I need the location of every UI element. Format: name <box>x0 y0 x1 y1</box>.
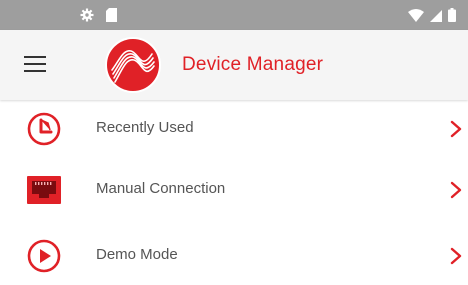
brand-wave-logo-icon <box>105 37 161 93</box>
menu-item-manual-connection[interactable]: Manual Connection <box>0 161 468 219</box>
menu-item-demo-mode[interactable]: Demo Mode <box>0 227 468 285</box>
play-icon <box>27 239 61 273</box>
hamburger-menu-icon[interactable] <box>24 54 50 74</box>
ethernet-port-icon <box>27 176 61 204</box>
gear-icon <box>80 8 94 22</box>
sd-card-icon <box>106 8 117 22</box>
status-icons-right <box>408 8 456 22</box>
chevron-right-icon <box>450 181 462 199</box>
wifi-icon <box>408 8 424 22</box>
menu-item-label: Manual Connection <box>96 180 226 197</box>
history-clock-icon <box>27 112 61 146</box>
status-bar <box>0 0 468 30</box>
signal-icon <box>430 9 442 22</box>
menu-item-label: Demo Mode <box>96 246 178 263</box>
menu-list: Recently Used Manual Connection Demo Mod… <box>0 100 468 285</box>
battery-icon <box>448 8 456 22</box>
menu-item-recently-used[interactable]: Recently Used <box>0 100 468 158</box>
menu-item-label: Recently Used <box>96 119 194 136</box>
app-title: Device Manager <box>182 54 324 75</box>
chevron-right-icon <box>450 120 462 138</box>
app-bar: Device Manager <box>0 30 468 100</box>
status-icons-left <box>80 8 117 22</box>
chevron-right-icon <box>450 247 462 265</box>
